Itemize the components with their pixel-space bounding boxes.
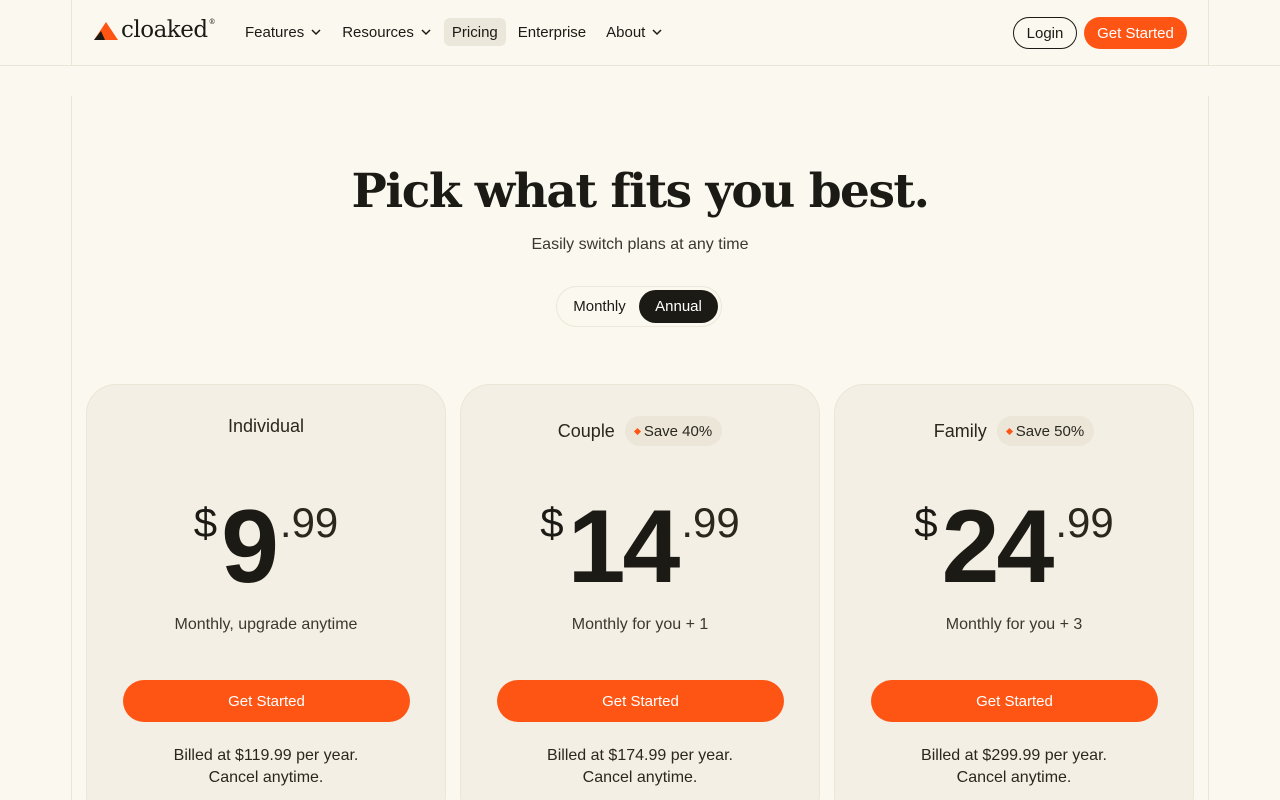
billing-info: Billed at $174.99 per year. Cancel anyti… xyxy=(461,745,819,789)
plan-name: Individual xyxy=(227,416,305,436)
nav-about[interactable]: About xyxy=(598,18,671,46)
page-subtitle: Easily switch plans at any time xyxy=(531,236,749,253)
price-note: Monthly for you + 1 xyxy=(571,616,709,633)
price-currency: $ xyxy=(540,499,564,546)
price-cents: .99 xyxy=(1055,499,1114,546)
diamond-icon xyxy=(633,427,641,435)
badge-label: Save 40% xyxy=(643,422,713,440)
main-nav: Features Resources Pricing Enterprise Ab… xyxy=(237,18,671,46)
plan-header: Family Save 50% xyxy=(835,416,1193,446)
plan-name: Family xyxy=(933,420,987,441)
nav-pricing-label: Pricing xyxy=(451,23,498,41)
billing-amount: Billed at $299.99 per year. xyxy=(921,747,1107,764)
price-amount: 9 xyxy=(221,489,279,605)
plan-header: Individual xyxy=(87,416,445,437)
plan-get-started-button[interactable]: Get Started xyxy=(871,680,1158,722)
nav-resources-label: Resources xyxy=(342,23,414,41)
cancel-note: Cancel anytime. xyxy=(582,769,698,786)
nav-about-label: About xyxy=(606,23,646,41)
price-amount: 24 xyxy=(941,489,1055,605)
page-title: Pick what fits you best. xyxy=(351,164,931,219)
price-currency: $ xyxy=(193,499,218,546)
billing-amount: Billed at $119.99 per year. xyxy=(173,747,359,764)
plan-card-couple: Couple Save 40% $ 14 .99 Monthly for you… xyxy=(460,384,820,800)
toggle-annual[interactable]: Annual xyxy=(639,290,718,323)
logo-wordmark: cloaked® xyxy=(121,17,216,43)
price-amount: 14 xyxy=(567,489,681,605)
plan-get-started-button[interactable]: Get Started xyxy=(123,680,410,722)
price-note: Monthly, upgrade anytime xyxy=(174,616,358,633)
login-button[interactable]: Login xyxy=(1013,17,1077,49)
logo-mark-icon xyxy=(94,21,118,40)
price-cents: .99 xyxy=(681,499,740,546)
nav-features[interactable]: Features xyxy=(237,18,330,46)
badge-label: Save 50% xyxy=(1015,422,1085,440)
price-currency: $ xyxy=(914,499,938,546)
plan-price: $ 9 .99 xyxy=(87,495,445,599)
header-divider-right xyxy=(1208,0,1209,66)
price-note: Monthly for you + 3 xyxy=(945,616,1083,633)
chevron-down-icon xyxy=(311,29,321,36)
price-cents: .99 xyxy=(279,499,339,546)
cancel-note: Cancel anytime. xyxy=(208,769,324,786)
savings-badge: Save 50% xyxy=(996,416,1095,446)
nav-enterprise[interactable]: Enterprise xyxy=(510,18,594,46)
site-header: cloaked® Features Resources Pricing Ente… xyxy=(0,0,1280,66)
header-divider-left xyxy=(71,0,72,66)
get-started-button[interactable]: Get Started xyxy=(1084,17,1187,49)
plan-price: $ 24 .99 xyxy=(835,495,1193,599)
plan-card-individual: Individual $ 9 .99 Monthly, upgrade anyt… xyxy=(86,384,446,800)
billing-period-toggle: Monthly Annual xyxy=(556,286,722,327)
nav-pricing[interactable]: Pricing xyxy=(443,18,506,46)
cloaked-logo[interactable]: cloaked® xyxy=(93,17,216,43)
savings-badge: Save 40% xyxy=(624,416,723,446)
chevron-down-icon xyxy=(421,29,431,36)
diamond-icon xyxy=(1005,427,1013,435)
billing-amount: Billed at $174.99 per year. xyxy=(547,747,733,764)
plan-get-started-button[interactable]: Get Started xyxy=(497,680,784,722)
cancel-note: Cancel anytime. xyxy=(956,769,1072,786)
plan-header: Couple Save 40% xyxy=(461,416,819,446)
plan-name: Couple xyxy=(557,420,615,441)
nav-enterprise-label: Enterprise xyxy=(517,23,587,41)
plan-price: $ 14 .99 xyxy=(461,495,819,599)
plan-card-family: Family Save 50% $ 24 .99 Monthly for you… xyxy=(834,384,1194,800)
billing-info: Billed at $119.99 per year. Cancel anyti… xyxy=(87,745,445,789)
nav-features-label: Features xyxy=(245,23,305,41)
toggle-monthly[interactable]: Monthly xyxy=(560,290,639,323)
chevron-down-icon xyxy=(652,29,662,36)
nav-resources[interactable]: Resources xyxy=(334,18,440,46)
billing-info: Billed at $299.99 per year. Cancel anyti… xyxy=(835,745,1193,789)
